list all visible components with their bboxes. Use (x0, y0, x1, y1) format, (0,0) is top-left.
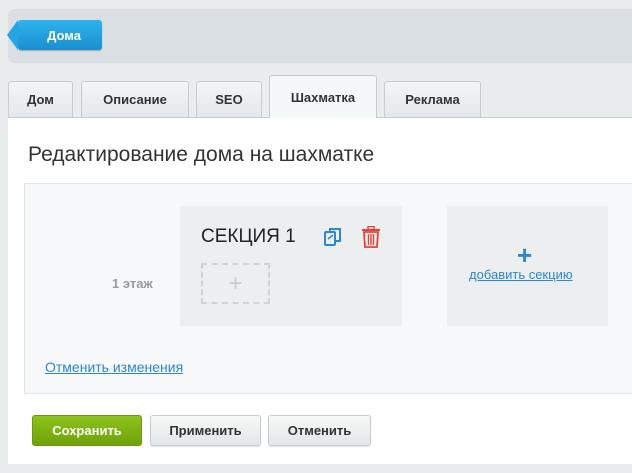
tab-label: Описание (103, 92, 167, 107)
plus-icon: + (228, 269, 243, 297)
section-title: СЕКЦИЯ 1 (201, 226, 296, 247)
copy-icon[interactable] (323, 227, 343, 247)
add-section-link[interactable]: добавить секцию (469, 267, 573, 282)
page-title: Редактирование дома на шахматке (28, 143, 375, 166)
plus-icon[interactable]: + (517, 242, 532, 268)
tab-advertising[interactable]: Реклама (384, 81, 481, 117)
tab-seo[interactable]: SEO (196, 81, 262, 117)
cancel-button[interactable]: Отменить (268, 415, 371, 446)
tab-description[interactable]: Описание (81, 81, 189, 117)
tab-label: Реклама (405, 92, 460, 107)
floor-label: 1 этаж (112, 276, 153, 291)
back-button[interactable]: Дома (7, 20, 102, 50)
cancel-changes-link[interactable]: Отменить изменения (45, 359, 183, 375)
tab-label: Шахматка (290, 89, 356, 105)
add-floor-button[interactable]: + (201, 263, 270, 304)
cancel-button-label: Отменить (287, 423, 352, 438)
trash-icon[interactable] (361, 226, 381, 248)
apply-button[interactable]: Применить (150, 415, 261, 446)
apply-button-label: Применить (169, 423, 242, 438)
tab-label: Дом (27, 92, 54, 107)
tab-chessboard[interactable]: Шахматка (269, 75, 377, 118)
save-button[interactable]: Сохранить (32, 415, 142, 446)
back-button-label: Дома (47, 27, 81, 43)
tab-label: SEO (215, 92, 243, 107)
save-button-label: Сохранить (52, 423, 122, 438)
tab-dom[interactable]: Дом (8, 81, 73, 117)
